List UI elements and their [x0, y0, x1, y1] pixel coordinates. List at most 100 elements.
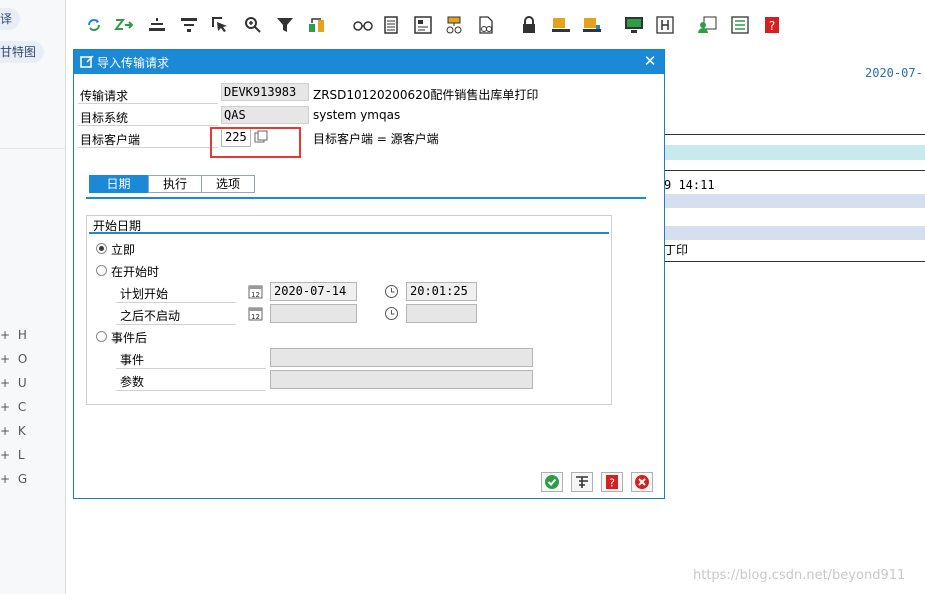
check-doc-icon[interactable] [475, 14, 497, 36]
no-start-after-label: 之后不启动 [120, 309, 181, 323]
tree-item-label: L [17, 448, 25, 462]
refresh-icon[interactable] [83, 14, 105, 36]
expand-icon[interactable]: + [0, 472, 10, 486]
no-start-after-time-field[interactable] [406, 304, 477, 323]
glasses-icon[interactable] [352, 14, 374, 36]
clock-icon[interactable] [384, 306, 399, 324]
group-title-underline [89, 232, 609, 234]
cancel-icon [635, 475, 649, 489]
dialog-title-bar[interactable]: 导入传输请求 ✕ [74, 50, 664, 74]
truck-icon[interactable] [550, 14, 572, 36]
radio-after-event-label: 事件后 [111, 331, 148, 345]
tree-item[interactable]: + K [0, 424, 26, 438]
report-header-band [664, 145, 925, 160]
confirm-button[interactable] [541, 472, 563, 492]
left-sidebar: 译 甘特图 + H + O + U + C + K + L + G [0, 0, 66, 594]
report-time: 9 14:11 [664, 178, 715, 192]
layout-icon[interactable] [412, 14, 434, 36]
close-icon[interactable]: ✕ [642, 53, 658, 69]
dialog-title: 导入传输请求 [97, 56, 170, 70]
hierarchy-icon[interactable] [443, 14, 465, 36]
transport-request-label: 传输请求 [80, 89, 129, 103]
tree-item[interactable]: + C [0, 400, 26, 414]
radio-after-event[interactable] [96, 331, 107, 342]
target-system-field[interactable]: QAS [221, 106, 309, 124]
tree-item[interactable]: + L [0, 448, 25, 462]
tree-item-label: H [17, 328, 27, 342]
tree-item[interactable]: + O [0, 352, 27, 366]
expand-icon[interactable]: + [0, 328, 10, 342]
parameter-label: 参数 [120, 375, 145, 389]
user-card-icon[interactable] [696, 14, 718, 36]
funnel-icon[interactable] [274, 14, 296, 36]
row-underline [116, 302, 236, 303]
event-field[interactable] [270, 348, 533, 367]
transport-request-field[interactable]: DEVK913983 [221, 83, 309, 101]
target-client-label: 目标客户端 [80, 133, 141, 147]
row-underline [78, 147, 218, 148]
confirm-icon [545, 475, 559, 489]
filter-icon[interactable] [178, 14, 200, 36]
report-print-text: 丁印 [664, 243, 689, 257]
execute-icon[interactable] [113, 14, 135, 36]
tab-options[interactable]: 选项 [201, 175, 255, 193]
tree-button[interactable] [571, 472, 593, 492]
parameter-field[interactable] [270, 370, 533, 389]
cancel-button[interactable] [631, 472, 653, 492]
target-system-label: 目标系统 [80, 111, 129, 125]
no-start-after-date-field[interactable] [270, 304, 357, 323]
calendar-icon[interactable]: 12 [248, 284, 263, 302]
truck-display-icon[interactable] [581, 14, 603, 36]
planned-date-field[interactable]: 2020-07-14 [270, 282, 357, 301]
sidebar-chip-translate[interactable]: 译 [0, 8, 21, 30]
tab-date[interactable]: 日期 [89, 175, 148, 193]
radio-immediately[interactable] [96, 243, 107, 254]
lock-icon[interactable] [518, 14, 540, 36]
tree-item[interactable]: + H [0, 328, 27, 342]
planned-start-label: 计划开始 [120, 287, 169, 301]
svg-text:?: ? [609, 477, 615, 490]
document-icon[interactable] [380, 14, 402, 36]
tree-item-label: K [17, 424, 26, 438]
svg-text:12: 12 [251, 313, 260, 321]
row-underline [78, 125, 218, 126]
expand-icon[interactable]: + [0, 448, 10, 462]
zoom-icon[interactable] [242, 14, 264, 36]
report-date: 2020-07- [865, 66, 923, 80]
row-underline [116, 324, 236, 325]
report-divider [664, 261, 925, 262]
application-toolbar: ? [66, 0, 925, 44]
expand-icon[interactable]: + [0, 424, 10, 438]
row-underline [78, 103, 218, 104]
tree-item[interactable]: + U [0, 376, 27, 390]
event-label: 事件 [120, 353, 145, 367]
transport-icon[interactable] [306, 14, 328, 36]
report-row-band [664, 194, 925, 208]
expand-icon[interactable]: + [0, 352, 10, 366]
tree-item[interactable]: + G [0, 472, 27, 486]
help-button[interactable]: ? [601, 472, 623, 492]
sort-ascending-icon[interactable] [146, 14, 168, 36]
tree-item-label: C [17, 400, 27, 414]
expand-icon[interactable]: + [0, 400, 10, 414]
list-icon[interactable] [729, 14, 751, 36]
radio-at-start[interactable] [96, 265, 107, 276]
sidebar-chip-gantt[interactable]: 甘特图 [0, 41, 45, 63]
row-underline [116, 368, 266, 369]
select-icon[interactable] [209, 14, 231, 36]
svg-text:12: 12 [251, 291, 260, 299]
planned-time-field[interactable]: 20:01:25 [406, 282, 477, 301]
clock-icon[interactable] [384, 284, 399, 302]
header-icon[interactable] [654, 14, 676, 36]
help-icon[interactable]: ? [761, 14, 783, 36]
dialog-icon [80, 55, 94, 72]
import-transport-dialog: 导入传输请求 ✕ 传输请求 DEVK913983 ZRSD10120200620… [73, 49, 665, 499]
radio-immediately-label: 立即 [111, 243, 136, 257]
tree-icon [576, 476, 588, 488]
row-underline [116, 390, 266, 391]
calendar-icon[interactable]: 12 [248, 306, 263, 324]
expand-icon[interactable]: + [0, 376, 10, 390]
tab-execution[interactable]: 执行 [148, 175, 202, 193]
monitor-icon[interactable] [623, 14, 645, 36]
start-date-group: 开始日期 立即 在开始时 计划开始 12 2020-07-14 20:01:25… [86, 215, 612, 405]
